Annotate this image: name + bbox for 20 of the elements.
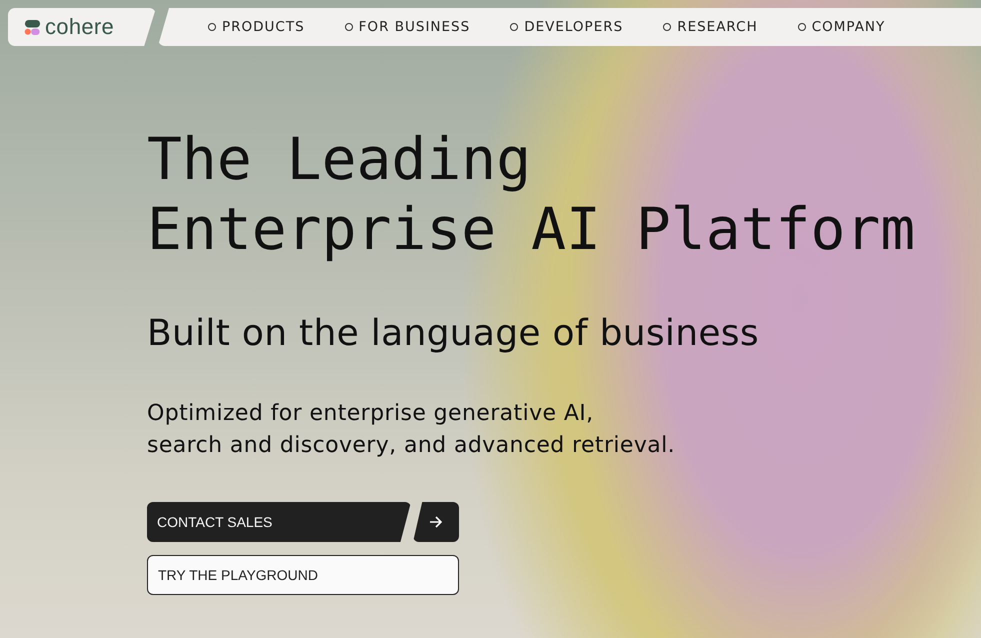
logo-text: cohere xyxy=(45,14,114,40)
circle-icon xyxy=(510,23,518,31)
logo-icon xyxy=(24,18,41,36)
nav-link[interactable]: RESEARCH xyxy=(663,19,758,35)
hero-description: Optimized for enterprise generative AI, search and discovery, and advanced retrieval. xyxy=(147,400,676,460)
circle-icon xyxy=(344,23,353,31)
logo[interactable]: cohere xyxy=(8,8,156,46)
contact-sales-button[interactable]: CONTACT SALES xyxy=(147,502,411,542)
circle-icon xyxy=(208,23,216,31)
nav-link[interactable]: COMPANY xyxy=(798,19,886,35)
circle-icon xyxy=(798,23,806,31)
circle-icon xyxy=(663,23,672,31)
nav-link[interactable]: FOR BUSINESS xyxy=(344,19,470,35)
playground-button[interactable]: TRY THE PLAYGROUND xyxy=(147,555,459,595)
nav-link[interactable]: PRODUCTS xyxy=(208,19,305,35)
hero-title: The Leading Enterprise AI Platform xyxy=(147,124,916,264)
hero-subtitle: Built on the language of business xyxy=(147,314,760,354)
arrow-icon xyxy=(429,516,443,528)
arrow-button[interactable] xyxy=(413,502,459,542)
nav-link[interactable]: DEVELOPERS xyxy=(510,19,624,35)
